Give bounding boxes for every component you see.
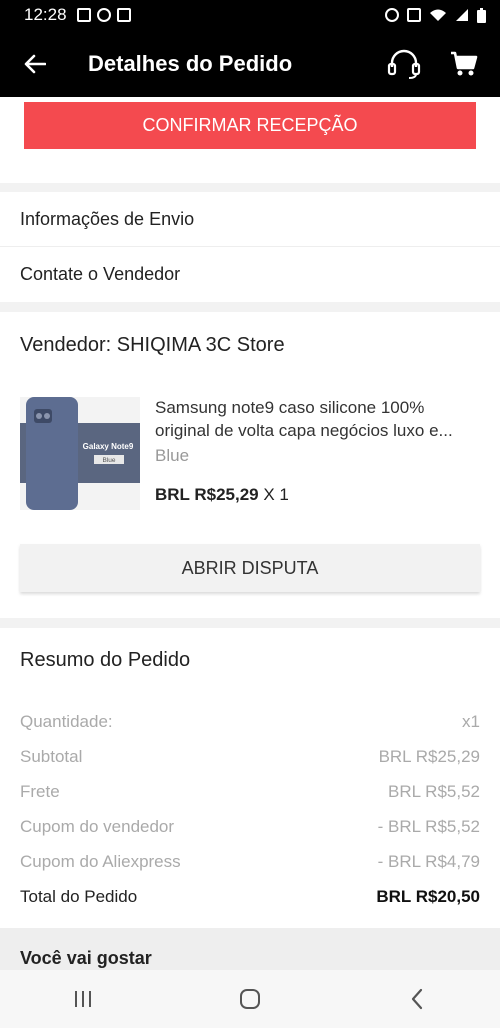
summary-row-quantity: Quantidade: x1 [20,712,480,732]
gallery-notification-icon [76,8,91,22]
product-image-badge: Blue [102,457,115,464]
nav-back-button[interactable] [377,970,457,1028]
summary-value: - BRL R$5,52 [377,817,480,836]
summary-total-value: BRL R$20,50 [376,887,480,906]
shipping-info-link[interactable]: Informações de Envio [0,192,500,247]
product-image[interactable]: Galaxy Note9 Blue [20,397,140,515]
product-price-line: BRL R$25,29 X 1 [155,485,289,505]
product-title-line1: Samsung note9 caso silicone 100% [155,398,425,417]
support-button[interactable] [374,30,434,97]
app-bar: Detalhes do Pedido [0,30,500,97]
summary-label: Quantidade: [20,712,113,731]
status-bar: 12:28 [0,0,500,30]
instagram-notification-icon [96,8,111,22]
summary-value: x1 [462,712,480,731]
summary-row-seller-coupon: Cupom do vendedor - BRL R$5,52 [20,817,480,837]
product-title-line2: original de volta capa negócios luxo e..… [155,421,453,440]
system-nav-bar [0,970,500,1028]
home-button[interactable] [210,970,290,1028]
order-links: Informações de Envio Contate o Vendedor [0,192,500,302]
signal-icon [456,9,468,21]
contact-seller-link[interactable]: Contate o Vendedor [0,247,500,302]
cart-button[interactable] [434,30,494,97]
chevron-left-icon [411,988,422,1010]
open-dispute-button[interactable]: ABRIR DISPUTA [20,544,480,592]
status-time: 12:28 [24,5,67,24]
wifi-icon [430,9,446,21]
product-title[interactable]: Samsung note9 caso silicone 100% origina… [155,396,485,442]
recent-apps-icon [75,991,92,1007]
summary-value: - BRL R$4,79 [377,852,480,871]
summary-label: Subtotal [20,747,83,766]
summary-label: Total do Pedido [20,887,138,906]
summary-label: Cupom do vendedor [20,817,175,836]
cart-icon [451,51,478,75]
home-icon [239,989,260,1009]
battery-icon [477,7,486,23]
summary-row-subtotal: Subtotal BRL R$25,29 [20,747,480,767]
confirm-section: CONFIRMAR RECEPÇÃO [0,97,500,183]
order-summary: Resumo do Pedido Quantidade: x1 Subtotal… [0,628,500,928]
summary-row-total: Total do Pedido BRL R$20,50 [20,887,480,907]
arrow-left-icon [24,54,46,73]
summary-row-shipping: Frete BRL R$5,52 [20,782,480,802]
product-quantity: X 1 [263,485,289,504]
product-price: BRL R$25,29 [155,485,259,504]
page-title: Detalhes do Pedido [88,50,293,76]
summary-value: BRL R$5,52 [388,782,480,801]
summary-title: Resumo do Pedido [20,649,191,671]
app-notification-icon [116,8,131,22]
headset-icon [387,49,421,79]
mute-icon [407,8,421,22]
recommendations-section: Você vai gostar [0,928,500,970]
summary-row-aliexpress-coupon: Cupom do Aliexpress - BRL R$4,79 [20,852,480,872]
back-button[interactable] [0,30,70,97]
confirm-reception-button[interactable]: CONFIRMAR RECEPÇÃO [24,102,476,149]
product-image-caption: Galaxy Note9 [83,442,134,451]
recommendations-title: Você vai gostar [20,948,152,968]
product-variant: Blue [155,446,190,465]
alarm-icon [385,8,399,22]
summary-label: Cupom do Aliexpress [20,852,181,871]
seller-name: Vendedor: SHIQIMA 3C Store [20,334,285,356]
summary-value: BRL R$25,29 [378,747,480,766]
summary-label: Frete [20,782,60,801]
recent-apps-button[interactable] [43,970,123,1028]
